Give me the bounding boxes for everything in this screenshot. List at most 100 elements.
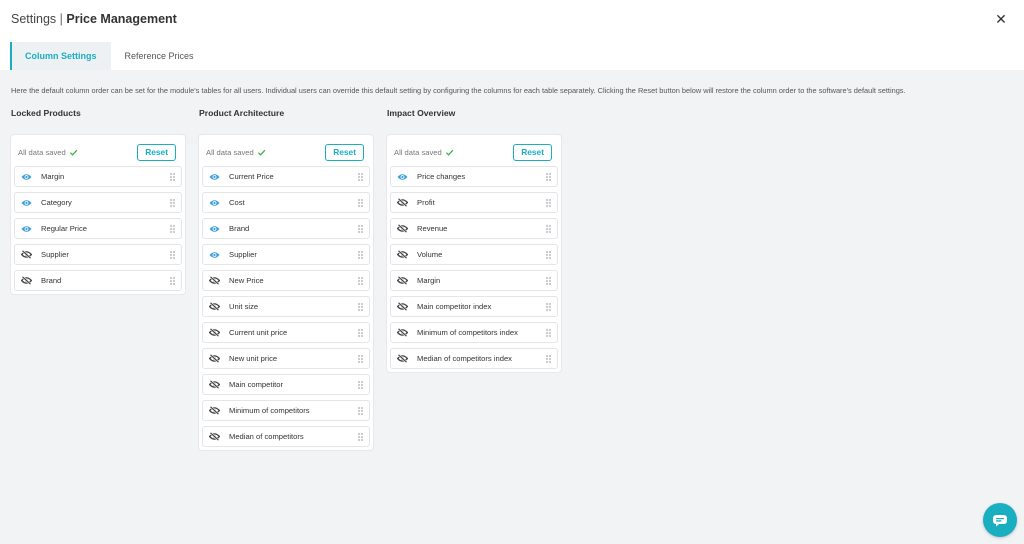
visibility-toggle[interactable]	[21, 276, 32, 285]
column-item-label: Cost	[229, 198, 245, 207]
column-item[interactable]: Category	[14, 192, 182, 213]
drag-handle-icon[interactable]	[546, 198, 551, 207]
drag-handle-icon[interactable]	[170, 250, 175, 259]
column-item[interactable]: Volume	[390, 244, 558, 265]
column-item[interactable]: Regular Price	[14, 218, 182, 239]
visibility-toggle[interactable]	[209, 250, 220, 259]
column-item[interactable]: Unit size	[202, 296, 370, 317]
close-icon: ✕	[995, 10, 1007, 27]
column-item[interactable]: Margin	[14, 166, 182, 187]
column-item-label: New unit price	[229, 354, 278, 363]
column-panel: All data saved Reset Margin Category Regular…	[11, 135, 185, 294]
column-item[interactable]: Revenue	[390, 218, 558, 239]
column-item[interactable]: Cost	[202, 192, 370, 213]
drag-handle-icon[interactable]	[358, 172, 363, 181]
visibility-toggle[interactable]	[397, 276, 408, 285]
column-item[interactable]: Supplier	[14, 244, 182, 265]
column-item[interactable]: Current Price	[202, 166, 370, 187]
visibility-toggle[interactable]	[209, 432, 220, 441]
column-item[interactable]: Supplier	[202, 244, 370, 265]
drag-handle-icon[interactable]	[170, 224, 175, 233]
visibility-toggle[interactable]	[209, 172, 220, 181]
reset-button[interactable]: Reset	[513, 143, 552, 161]
drag-handle-icon[interactable]	[358, 328, 363, 337]
eye-slash-icon	[21, 250, 32, 259]
drag-handle-icon[interactable]	[170, 198, 175, 207]
visibility-toggle[interactable]	[209, 380, 220, 389]
drag-handle-icon[interactable]	[546, 224, 551, 233]
drag-handle-icon[interactable]	[170, 172, 175, 181]
visibility-toggle[interactable]	[397, 328, 408, 337]
column-item[interactable]: Main competitor index	[390, 296, 558, 317]
visibility-toggle[interactable]	[21, 198, 32, 207]
drag-handle-icon[interactable]	[170, 276, 175, 285]
column-item[interactable]: Main competitor	[202, 374, 370, 395]
visibility-toggle[interactable]	[21, 250, 32, 259]
column-item-label: Minimum of competitors	[229, 406, 310, 415]
visibility-toggle[interactable]	[21, 172, 32, 181]
tab-reference-prices[interactable]: Reference Prices	[111, 42, 208, 70]
visibility-toggle[interactable]	[209, 406, 220, 415]
column-item[interactable]: Minimum of competitors index	[390, 322, 558, 343]
visibility-toggle[interactable]	[397, 302, 408, 311]
column-item[interactable]: New Price	[202, 270, 370, 291]
drag-handle-icon[interactable]	[358, 250, 363, 259]
drag-handle-icon[interactable]	[546, 302, 551, 311]
visibility-toggle[interactable]	[209, 276, 220, 285]
column-item[interactable]: Price changes	[390, 166, 558, 187]
drag-handle-icon[interactable]	[358, 302, 363, 311]
eye-slash-icon	[209, 302, 220, 311]
drag-handle-icon[interactable]	[546, 172, 551, 181]
column-item[interactable]: Profit	[390, 192, 558, 213]
eye-icon	[21, 199, 32, 206]
drag-handle-icon[interactable]	[358, 276, 363, 285]
drag-handle-icon[interactable]	[358, 198, 363, 207]
drag-handle-icon[interactable]	[546, 250, 551, 259]
column-item[interactable]: Minimum of competitors	[202, 400, 370, 421]
drag-handle-icon[interactable]	[358, 224, 363, 233]
tab-bar: Column Settings Reference Prices	[10, 42, 208, 70]
column-item[interactable]: Brand	[14, 270, 182, 291]
drag-handle-icon[interactable]	[358, 406, 363, 415]
drag-handle-icon[interactable]	[546, 276, 551, 285]
close-button[interactable]: ✕	[992, 10, 1010, 28]
drag-handle-icon[interactable]	[358, 354, 363, 363]
visibility-toggle[interactable]	[21, 224, 32, 233]
visibility-toggle[interactable]	[397, 250, 408, 259]
drag-handle-icon[interactable]	[358, 380, 363, 389]
visibility-toggle[interactable]	[209, 302, 220, 311]
drag-handle-icon[interactable]	[358, 432, 363, 441]
column-item-label: Price changes	[417, 172, 466, 181]
chat-button[interactable]	[983, 503, 1017, 537]
group-impact-overview: Impact Overview All data saved Reset Price …	[387, 108, 561, 372]
column-item[interactable]: Margin	[390, 270, 558, 291]
eye-slash-icon	[209, 354, 220, 363]
eye-slash-icon	[397, 302, 408, 311]
eye-slash-icon	[209, 380, 220, 389]
column-item[interactable]: Brand	[202, 218, 370, 239]
check-icon	[257, 149, 266, 156]
visibility-toggle[interactable]	[209, 328, 220, 337]
group-title: Impact Overview	[387, 108, 456, 118]
reset-button[interactable]: Reset	[137, 143, 176, 161]
drag-handle-icon[interactable]	[546, 354, 551, 363]
visibility-toggle[interactable]	[397, 172, 408, 181]
reset-button[interactable]: Reset	[325, 143, 364, 161]
visibility-toggle[interactable]	[209, 354, 220, 363]
visibility-toggle[interactable]	[209, 198, 220, 207]
column-item[interactable]: Median of competitors	[202, 426, 370, 447]
visibility-toggle[interactable]	[397, 354, 408, 363]
column-item-label: Brand	[41, 276, 62, 285]
visibility-toggle[interactable]	[397, 198, 408, 207]
tab-column-settings[interactable]: Column Settings	[10, 42, 111, 70]
eye-slash-icon	[397, 354, 408, 363]
column-item[interactable]: Median of competitors index	[390, 348, 558, 369]
visibility-toggle[interactable]	[397, 224, 408, 233]
panel-header: All data saved Reset	[14, 140, 182, 164]
visibility-toggle[interactable]	[209, 224, 220, 233]
drag-handle-icon[interactable]	[546, 328, 551, 337]
check-icon	[69, 149, 78, 156]
column-item[interactable]: New unit price	[202, 348, 370, 369]
column-item[interactable]: Current unit price	[202, 322, 370, 343]
title-separator: |	[56, 12, 67, 26]
